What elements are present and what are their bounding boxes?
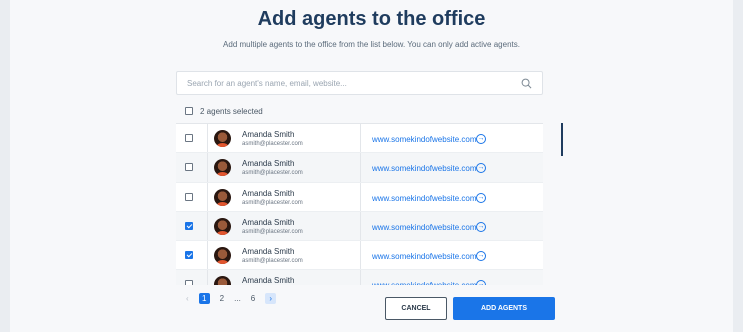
column-divider [207, 124, 208, 153]
select-all-checkbox[interactable] [185, 107, 193, 115]
column-divider [360, 124, 361, 153]
agent-checkbox[interactable] [185, 280, 193, 285]
avatar [214, 247, 231, 265]
prev-page-icon[interactable]: ‹ [186, 293, 189, 304]
external-link-icon[interactable]: → [476, 251, 486, 262]
agent-website-link[interactable]: www.somekindofwebsite.com [372, 135, 476, 144]
external-link-icon[interactable]: → [476, 134, 486, 144]
agent-name: Amanda Smith [242, 247, 295, 257]
column-divider [207, 182, 208, 211]
external-link-icon[interactable]: → [476, 221, 486, 232]
agent-email: asmith@placester.com [242, 228, 303, 235]
agent-email: asmith@placester.com [242, 258, 303, 265]
pagination: ‹ 1 2... 6 › [186, 293, 286, 304]
select-all-row: 2 agents selected [185, 105, 263, 117]
modal-title: Add agents to the office [257, 8, 486, 30]
add-agents-button[interactable]: ADD AGENTS [453, 297, 555, 320]
pagination-ellipsis: ... [234, 294, 241, 303]
agent-checkbox[interactable] [185, 192, 193, 201]
agent-row[interactable]: Amanda Smith asmith@placester.com www.some… [176, 124, 543, 154]
avatar [214, 130, 231, 147]
column-divider [207, 211, 208, 241]
avatar [214, 217, 231, 235]
agent-row[interactable]: Amanda Smithasmith@placester.com www.some… [176, 153, 543, 183]
agent-website-link[interactable]: www.somekindofwebsite.com [372, 223, 476, 232]
column-divider [360, 241, 361, 270]
agent-website-link[interactable]: www.somekindofwebsite.com [372, 281, 476, 285]
agent-email: asmith@placester.com [242, 170, 303, 177]
column-divider [360, 182, 361, 211]
column-divider [360, 153, 361, 182]
next-page-icon[interactable]: › [265, 293, 277, 304]
page-6[interactable]: 6 [251, 293, 255, 304]
agent-checkbox[interactable] [185, 163, 193, 172]
agent-row[interactable]: Amanda Smithasmith@placester.com www.some… [176, 211, 543, 242]
list-scrollbar[interactable] [561, 123, 563, 156]
agent-row[interactable]: Amanda Smithasmith@placester.com www.some… [176, 182, 543, 212]
external-link-icon[interactable]: → [476, 163, 486, 174]
avatar [214, 159, 231, 177]
agent-website-link[interactable]: www.somekindofwebsite.com [372, 194, 476, 203]
agent-name: Amanda Smith [242, 130, 295, 139]
page-2[interactable]: 2 [220, 293, 224, 304]
agent-row[interactable]: Amanda Smithasmith@placester.com www.some… [176, 241, 543, 271]
modal-subtitle: Add multiple agents to the office from t… [223, 40, 520, 49]
column-divider [360, 211, 361, 241]
agent-search-input[interactable]: Search for an agent's name, email, websi… [176, 71, 543, 95]
external-link-icon[interactable]: → [476, 192, 486, 203]
agent-checkbox[interactable] [185, 251, 193, 260]
search-placeholder: Search for an agent's name, email, websi… [187, 79, 347, 88]
external-link-icon[interactable]: → [476, 280, 486, 285]
agent-name: Amanda Smith [242, 276, 295, 285]
selected-count: 2 agents selected [200, 106, 263, 116]
page-1[interactable]: 1 [198, 293, 210, 304]
agent-checkbox[interactable] [185, 221, 193, 230]
agent-email: asmith@placester.com [242, 199, 303, 206]
column-divider [207, 241, 208, 270]
column-divider [207, 270, 208, 285]
column-divider [360, 270, 361, 285]
agent-website-link[interactable]: www.somekindofwebsite.com [372, 164, 476, 173]
agent-email: asmith@placester.com [242, 141, 303, 147]
agent-website-link[interactable]: www.somekindofwebsite.com [372, 252, 476, 261]
cancel-button[interactable]: CANCEL [385, 297, 447, 320]
column-divider [207, 153, 208, 182]
agent-name: Amanda Smith [242, 217, 295, 227]
agent-checkbox[interactable] [185, 134, 193, 142]
agent-name: Amanda Smith [242, 159, 295, 169]
search-icon [521, 78, 532, 89]
avatar [214, 188, 231, 206]
agent-row[interactable]: Amanda Smithasmith@placester.comwww.some… [176, 270, 543, 285]
agent-name: Amanda Smith [242, 188, 295, 198]
agent-list: Amanda Smith asmith@placester.com www.some… [176, 123, 543, 285]
avatar [214, 276, 231, 285]
